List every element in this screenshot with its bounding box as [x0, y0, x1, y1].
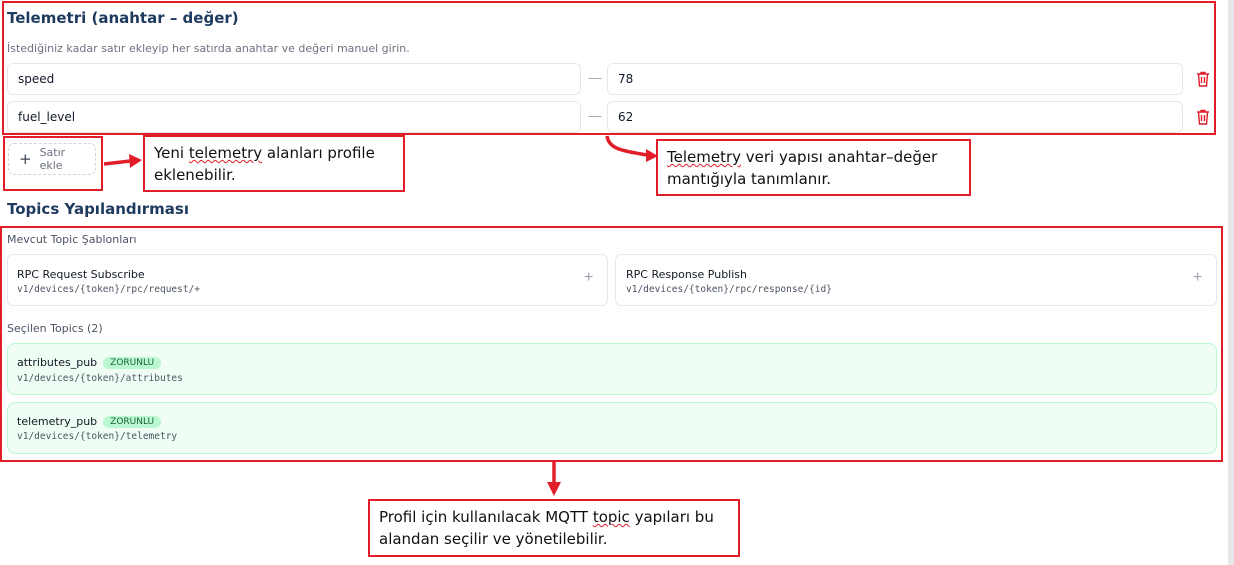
- annotation-arrows: [103, 135, 658, 496]
- arrow-structure: [605, 135, 648, 157]
- arrowhead-topics: [547, 482, 561, 496]
- arrowhead-add-row: [129, 154, 142, 168]
- arrow-add-row: [103, 159, 131, 166]
- arrowhead-structure: [646, 149, 658, 162]
